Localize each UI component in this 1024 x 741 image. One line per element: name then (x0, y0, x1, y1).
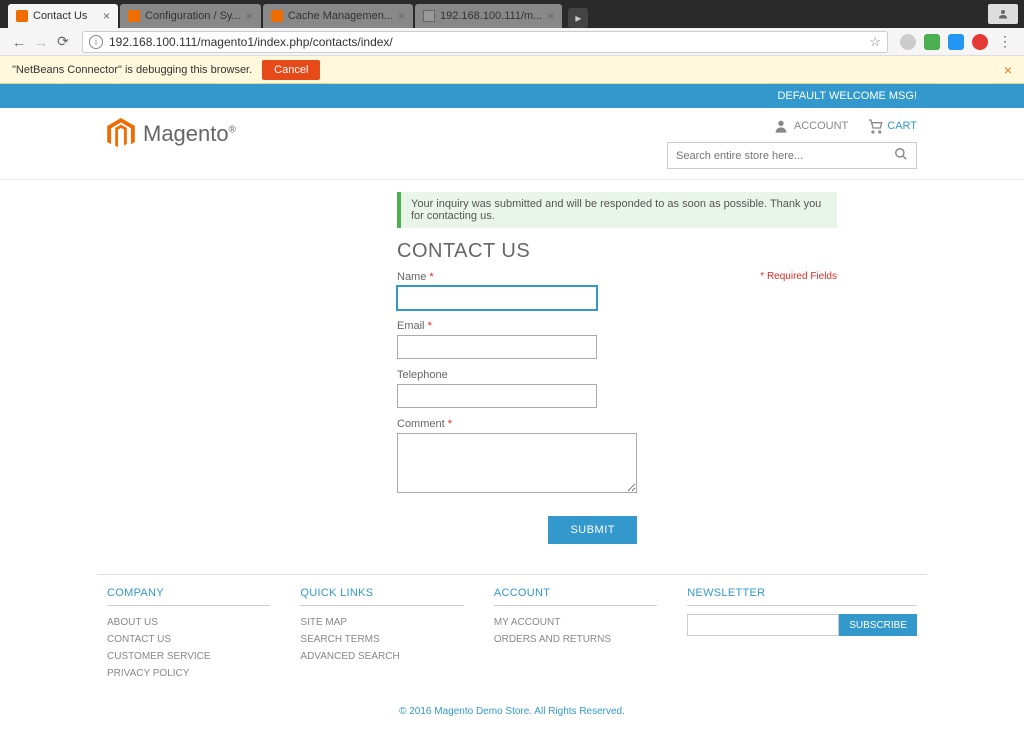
favicon-icon (128, 10, 140, 22)
subscribe-button[interactable]: SUBSCRIBE (839, 614, 917, 636)
main-content: Your inquiry was submitted and will be r… (387, 192, 847, 544)
logo-text: Magento® (143, 121, 236, 147)
footer-col-newsletter: NEWSLETTER SUBSCRIBE (687, 587, 917, 682)
tab-title: 192.168.100.111/m... (440, 10, 542, 22)
tab-close-icon[interactable]: × (103, 9, 110, 23)
tab-title: Configuration / Sy... (145, 10, 241, 22)
footer-link[interactable]: PRIVACY POLICY (107, 665, 270, 682)
footer-col-company: COMPANY ABOUT US CONTACT US CUSTOMER SER… (107, 587, 270, 682)
footer-link[interactable]: MY ACCOUNT (494, 614, 657, 631)
footer-link[interactable]: ABOUT US (107, 614, 270, 631)
tab-title: Contact Us (33, 10, 98, 22)
tab-close-icon[interactable]: × (547, 9, 554, 23)
search-input[interactable] (676, 150, 894, 162)
site-info-icon[interactable]: i (89, 35, 103, 49)
logo[interactable]: Magento® (107, 118, 236, 150)
comment-label: Comment * (397, 418, 637, 430)
name-label: Name * (397, 271, 597, 283)
browser-menu-icon[interactable]: ⋮ (994, 33, 1016, 50)
search-icon[interactable] (894, 147, 908, 164)
extension-icon[interactable] (900, 34, 916, 50)
email-input[interactable] (397, 335, 597, 359)
bookmark-icon[interactable]: ☆ (869, 34, 881, 50)
back-button[interactable]: ← (8, 31, 30, 53)
browser-tab-2[interactable]: Cache Managemen... × (263, 4, 413, 28)
browser-tab-bar: Contact Us × Configuration / Sy... × Cac… (0, 0, 1024, 28)
extension-icon[interactable] (972, 34, 988, 50)
tab-close-icon[interactable]: × (398, 9, 405, 23)
footer-col-quick-links: QUICK LINKS SITE MAP SEARCH TERMS ADVANC… (300, 587, 463, 682)
close-icon[interactable]: × (1004, 62, 1012, 78)
browser-tab-0[interactable]: Contact Us × (8, 4, 118, 28)
newsletter-input[interactable] (687, 614, 839, 636)
extension-icons (894, 34, 994, 50)
url-text: 192.168.100.111/magento1/index.php/conta… (109, 35, 869, 49)
required-fields-note: * Required Fields (760, 271, 837, 282)
tab-close-icon[interactable]: × (246, 9, 253, 23)
cart-icon (866, 118, 882, 134)
submit-button[interactable]: SUBMIT (548, 516, 637, 544)
footer-heading: NEWSLETTER (687, 587, 917, 606)
cancel-button[interactable]: Cancel (262, 60, 320, 80)
contact-form: Name * Email * Telephone Comment * SUBMI… (397, 271, 597, 544)
new-tab-button[interactable]: ▸ (568, 8, 588, 28)
browser-address-bar: ← → ⟳ i 192.168.100.111/magento1/index.p… (0, 28, 1024, 56)
footer-link[interactable]: ADVANCED SEARCH (300, 648, 463, 665)
person-icon (773, 118, 789, 134)
debug-notification-bar: "NetBeans Connector" is debugging this b… (0, 56, 1024, 84)
account-label: ACCOUNT (794, 120, 848, 132)
telephone-input[interactable] (397, 384, 597, 408)
cart-label: CART (887, 120, 917, 132)
footer-link[interactable]: ORDERS AND RETURNS (494, 631, 657, 648)
favicon-icon (271, 10, 283, 22)
browser-tab-1[interactable]: Configuration / Sy... × (120, 4, 261, 28)
welcome-text: DEFAULT WELCOME MSG! (777, 90, 917, 102)
telephone-label: Telephone (397, 369, 597, 381)
footer-col-account: ACCOUNT MY ACCOUNT ORDERS AND RETURNS (494, 587, 657, 682)
footer-heading: QUICK LINKS (300, 587, 463, 606)
url-input[interactable]: i 192.168.100.111/magento1/index.php/con… (82, 31, 888, 53)
browser-tab-3[interactable]: 192.168.100.111/m... × (415, 4, 562, 28)
footer-heading: COMPANY (107, 587, 270, 606)
logo-icon (107, 118, 135, 150)
extension-icon[interactable] (924, 34, 940, 50)
favicon-icon (16, 10, 28, 22)
tab-strip: Contact Us × Configuration / Sy... × Cac… (0, 0, 588, 28)
comment-textarea[interactable] (397, 433, 637, 493)
debug-message: "NetBeans Connector" is debugging this b… (12, 64, 252, 76)
page-title: CONTACT US (397, 240, 837, 263)
footer-link[interactable]: SITE MAP (300, 614, 463, 631)
copyright-text: © 2016 Magento Demo Store. All Rights Re… (107, 682, 917, 741)
footer-heading: ACCOUNT (494, 587, 657, 606)
welcome-bar: DEFAULT WELCOME MSG! (0, 84, 1024, 108)
extension-icon[interactable] (948, 34, 964, 50)
footer-link[interactable]: SEARCH TERMS (300, 631, 463, 648)
footer-link[interactable]: CONTACT US (107, 631, 270, 648)
cart-link[interactable]: CART (866, 118, 917, 134)
name-input[interactable] (397, 286, 597, 310)
success-message: Your inquiry was submitted and will be r… (397, 192, 837, 228)
header-links: ACCOUNT CART (773, 118, 917, 134)
browser-user-icon[interactable] (988, 4, 1018, 24)
reload-button[interactable]: ⟳ (52, 31, 74, 53)
footer-link[interactable]: CUSTOMER SERVICE (107, 648, 270, 665)
page-header: Magento® ACCOUNT CART (0, 108, 1024, 180)
account-link[interactable]: ACCOUNT (773, 118, 848, 134)
search-box[interactable] (667, 142, 917, 169)
tab-title: Cache Managemen... (288, 10, 393, 22)
forward-button[interactable]: → (30, 31, 52, 53)
favicon-icon (423, 10, 435, 22)
email-label: Email * (397, 320, 597, 332)
page-footer: COMPANY ABOUT US CONTACT US CUSTOMER SER… (97, 574, 927, 741)
